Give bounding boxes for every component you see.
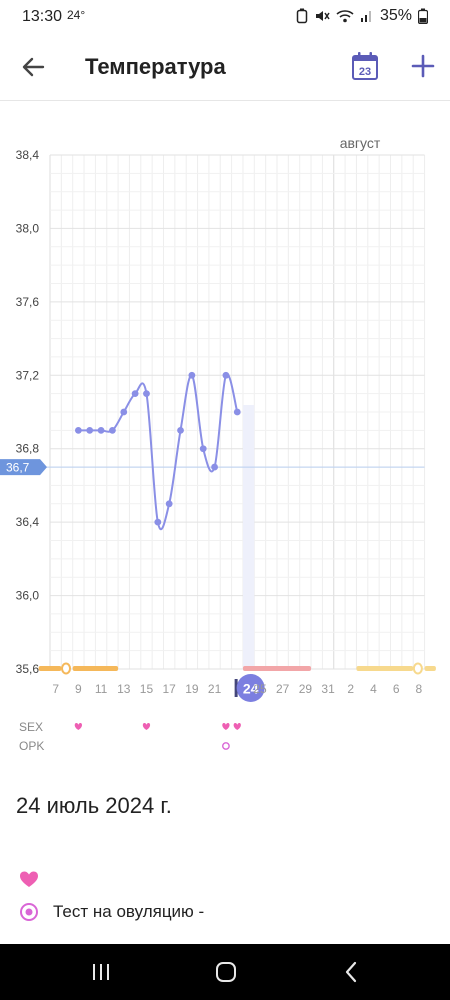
- temperature-line-layer: [0, 371, 425, 531]
- temperature-point: [97, 426, 105, 434]
- cycle-bands: [38, 405, 436, 675]
- y-tick-label: 36,0: [16, 589, 40, 603]
- sex-heart-marker: [142, 723, 151, 730]
- y-tick-label: 38,0: [16, 221, 40, 235]
- y-tick-label: 36,4: [16, 515, 40, 529]
- ovulation-test-label: Тест на овуляцию -: [53, 902, 205, 921]
- battery-saver-icon: [296, 8, 308, 24]
- x-tick-label: 8: [416, 682, 423, 696]
- y-tick-label: 38,4: [16, 148, 40, 162]
- ovulation-day-marker: [61, 662, 72, 675]
- x-tick-label: 17: [162, 682, 176, 696]
- temperature-point: [177, 426, 184, 434]
- sex-heart-marker: [222, 723, 230, 730]
- temperature-point: [131, 390, 139, 398]
- temperature-series-line: [78, 372, 239, 531]
- sex-row-label: SEX: [19, 720, 43, 734]
- temperature-point: [222, 371, 230, 379]
- temperature-point: [199, 445, 207, 453]
- battery-percent: 35%: [379, 7, 412, 24]
- temperature-chart[interactable]: 36,7 38,4 38,0 37,6 37,2 36,8 36,4 36,0 35,6 авгу…: [0, 130, 450, 750]
- temperature-point: [233, 408, 241, 416]
- sex-heart-marker: [74, 723, 83, 730]
- system-navigation-bar: [0, 944, 450, 1000]
- signal-icon: [360, 11, 371, 22]
- temperature-point: [165, 500, 173, 508]
- y-tick-label: 37,6: [16, 295, 40, 309]
- x-tick-label: 6: [393, 682, 400, 696]
- opk-row-label: OPK: [19, 739, 44, 750]
- status-icons: 35%: [296, 7, 428, 25]
- app-bar: Температура 23: [0, 34, 450, 101]
- add-button[interactable]: [408, 51, 438, 81]
- x-tick-label: 4: [370, 682, 377, 696]
- y-tick-label: 35,6: [16, 662, 40, 676]
- heart-icon: [20, 871, 38, 887]
- temperature-point: [211, 463, 218, 471]
- menstruation-band: [72, 666, 119, 671]
- cover-line-label: 36,7: [6, 461, 30, 475]
- sex-heart-marker: [233, 723, 241, 730]
- mute-icon: [315, 11, 330, 21]
- menstruation-band: [38, 666, 62, 671]
- x-tick-label: 15: [140, 682, 154, 696]
- battery-icon: [418, 8, 428, 24]
- ovulation-test-icon: [20, 903, 38, 921]
- temperature-point: [154, 518, 162, 526]
- x-tick-label: 31: [321, 682, 335, 696]
- x-tick-label: 21: [208, 682, 222, 696]
- home-button[interactable]: [211, 958, 241, 986]
- ovulation-test-entry[interactable]: Тест на овуляцию -: [19, 900, 204, 924]
- wifi-icon: [336, 10, 354, 23]
- x-tick-label: 2: [347, 682, 354, 696]
- status-time: 13:30: [22, 8, 63, 25]
- x-tick-label: 9: [75, 682, 82, 696]
- month-label: август: [340, 135, 381, 151]
- x-tick-label: 19: [185, 682, 199, 696]
- opk-marker: [222, 742, 230, 750]
- back-nav-button[interactable]: [337, 958, 367, 986]
- status-temperature: 24°: [67, 8, 86, 22]
- calendar-day-number: 23: [359, 66, 371, 78]
- temperature-point: [120, 408, 128, 416]
- ovulation-day-marker: [412, 662, 423, 675]
- x-tick-label: 13: [117, 682, 131, 696]
- chart-labels: 36,7 38,4 38,0 37,6 37,2 36,8 36,4 36,0 35,6 авгу…: [0, 135, 423, 750]
- status-bar: 13:30 24° 35%: [0, 0, 450, 34]
- x-tick-label: 7: [52, 682, 59, 696]
- temperature-point: [74, 426, 82, 434]
- temperature-point: [86, 426, 94, 434]
- x-tick-label: 27: [276, 682, 290, 696]
- temperature-point: [188, 371, 196, 379]
- calendar-icon[interactable]: 23: [351, 51, 379, 81]
- predicted-menstruation-band: [424, 666, 436, 671]
- page-title: Температура: [85, 54, 226, 79]
- temperature-point: [143, 390, 150, 398]
- x-tick-label: 11: [95, 682, 108, 696]
- fertile-window-band: [242, 666, 312, 671]
- y-tick-label: 37,2: [16, 368, 40, 382]
- x-tick-label: 29: [299, 682, 313, 696]
- y-tick-label: 36,8: [16, 442, 40, 456]
- recent-apps-button[interactable]: [86, 958, 116, 986]
- x-tick-label: 25: [253, 682, 267, 696]
- predicted-menstruation-band: [356, 666, 414, 671]
- selected-day-column: [242, 405, 255, 669]
- temperature-point: [109, 426, 116, 434]
- back-button[interactable]: [16, 50, 50, 84]
- selected-date: 24 июль 2024 г.: [16, 793, 172, 818]
